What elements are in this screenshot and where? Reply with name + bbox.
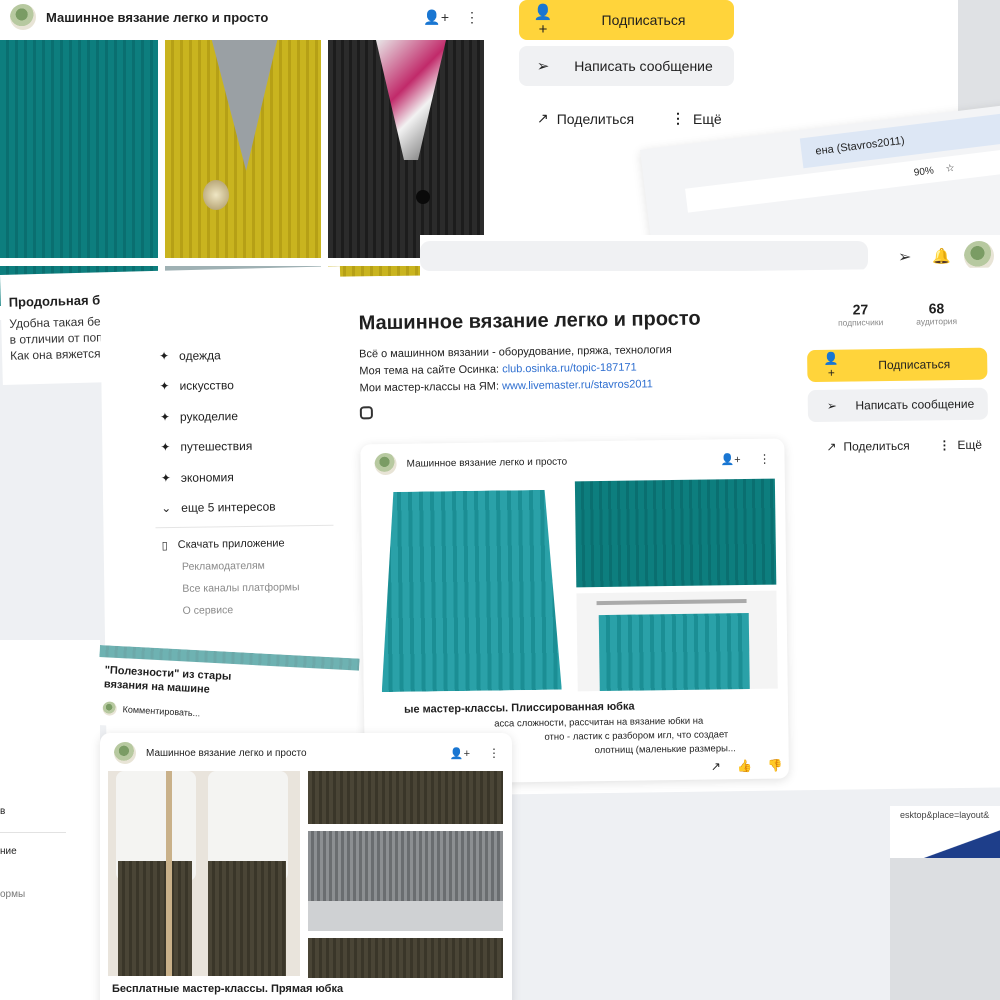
subscribe-button[interactable]: 👤+ Подписаться (519, 0, 734, 40)
livemaster-link[interactable]: www.livemaster.ru/stavros2011 (502, 378, 653, 392)
osinka-link[interactable]: club.osinka.ru/topic-187171 (502, 362, 637, 376)
post-title[interactable]: Бесплатные мастер-классы. Прямая юбка (112, 983, 343, 995)
user-avatar[interactable] (964, 241, 994, 271)
channel-avatar[interactable] (114, 742, 136, 764)
divider (155, 524, 334, 529)
post-line-2: отно - ластик с разбором игл, что создае… (544, 729, 729, 743)
advertisers-link[interactable]: Рекламодателям (182, 560, 265, 573)
photo-black-cardigan[interactable] (328, 40, 484, 258)
chevron-down-icon: ⌄ (161, 501, 172, 516)
photo-knit-fabric[interactable] (308, 771, 503, 824)
page-title: Машинное вязание легко и просто (358, 307, 701, 335)
channel-avatar[interactable] (374, 452, 397, 476)
all-channels-link[interactable]: Все каналы платформы (182, 581, 299, 595)
send-icon: ➢ (826, 398, 837, 413)
add-user-icon: 👤+ (533, 3, 553, 38)
more-vertical-icon[interactable]: ⋮ (488, 746, 500, 760)
card-channel-name[interactable]: Машинное вязание легко и просто (46, 10, 268, 25)
interest-item[interactable]: ✦ искусство (159, 378, 234, 393)
message-button[interactable]: ➢ Написать сообщение (807, 387, 989, 423)
post-card-straight-skirt[interactable]: Машинное вязание легко и просто 👤+ ⋮ Бес… (100, 733, 512, 1000)
interest-item[interactable]: ✦ экономия (161, 470, 234, 485)
share-icon[interactable]: ↗ (711, 759, 721, 773)
interest-item[interactable]: ✦ рукоделие (160, 409, 238, 424)
sidebar-fragment: ормы (0, 889, 26, 900)
audience-stat[interactable]: 68 аудитория (906, 300, 966, 327)
channel-description: Всё о машинном вязании - оборудование, п… (358, 344, 672, 361)
more-button[interactable]: ⋮ Ещё (938, 438, 982, 453)
send-icon: ➢ (536, 58, 550, 75)
photo-pleated-skirt-waist[interactable] (574, 478, 777, 588)
add-user-icon[interactable]: 👤+ (450, 747, 470, 760)
browser-url-fragment: esktop&place=layout& (890, 806, 1000, 828)
decorative-stripe (890, 828, 1000, 858)
post-title[interactable]: "Полезности" из стары вязания на машине (104, 663, 232, 698)
share-button[interactable]: ↗ Поделиться (826, 439, 910, 454)
bookmark-star-icon[interactable]: ☆ (945, 162, 955, 174)
sidebar-fragment: ние (0, 846, 17, 857)
subscribers-stat[interactable]: 27 подписчики (830, 301, 890, 328)
osinka-line: Моя тема на сайте Осинка: club.osinka.ru… (359, 361, 637, 378)
zoom-level[interactable]: 90% (913, 165, 934, 178)
like-icon[interactable]: 👍 (737, 759, 752, 773)
livemaster-line: Мои мастер-классы на ЯМ: www.livemaster.… (359, 378, 653, 395)
photo-knit-fabric-edge[interactable] (308, 938, 503, 978)
photo-pleated-skirt-full[interactable] (360, 481, 569, 695)
more-button[interactable]: ⋮ Ещё (671, 110, 722, 127)
share-button[interactable]: ↗ Поделиться (537, 110, 634, 127)
more-vertical-icon[interactable]: ⋮ (758, 452, 770, 466)
message-button[interactable]: ➢ Написать сообщение (519, 46, 734, 86)
sparkle-icon: ✦ (160, 440, 171, 455)
search-input[interactable] (420, 241, 868, 271)
add-user-icon[interactable]: 👤+ (720, 453, 740, 466)
photo-pleated-skirt-hanger[interactable] (576, 590, 778, 692)
photo-mustard-cardigan[interactable] (165, 40, 321, 258)
interest-item[interactable]: ✦ одежда (159, 348, 221, 363)
interests-sidebar: ✦ одежда ✦ искусство ✦ рукоделие ✦ путеш… (141, 337, 335, 640)
post-line-3: олотнищ (маленькие размеры... (594, 743, 736, 757)
add-user-icon: 👤+ (823, 351, 839, 380)
subscribe-button[interactable]: 👤+ Подписаться (807, 347, 988, 383)
add-user-icon[interactable]: 👤+ (423, 9, 449, 26)
button-detail (203, 180, 229, 210)
post-card-polesnosti[interactable]: "Полезности" из стары вязания на машине … (95, 645, 360, 739)
photo-teal-cardigan[interactable] (0, 40, 158, 258)
more-vertical-icon: ⋮ (938, 438, 951, 453)
card-channel-name[interactable]: Машинное вязание легко и просто (146, 748, 307, 759)
post-line-1: асса сложности, рассчитан на вязание юбк… (494, 715, 704, 730)
background-panel (0, 640, 100, 1000)
more-vertical-icon: ⋮ (671, 110, 685, 126)
sidebar-fragment: в (0, 806, 6, 817)
share-icon: ↗ (826, 439, 837, 454)
instagram-icon[interactable] (359, 406, 373, 420)
bell-icon[interactable]: 🔔 (932, 247, 951, 265)
phone-icon: ▯ (161, 540, 168, 553)
photo-knitting-machine[interactable] (308, 831, 503, 931)
dislike-icon[interactable]: 👎 (768, 759, 783, 773)
more-interests-toggle[interactable]: ⌄ еще 5 интересов (161, 500, 276, 516)
sparkle-icon: ✦ (159, 410, 171, 425)
comment-link[interactable]: Комментировать... (102, 701, 200, 720)
channel-avatar[interactable] (10, 4, 36, 30)
channel-avatar (102, 701, 118, 716)
post-title[interactable]: ые мастер-классы. Плиссированная юбка (404, 701, 635, 716)
sparkle-icon: ✦ (158, 349, 170, 364)
card-channel-name[interactable]: Машинное вязание легко и просто (407, 456, 568, 469)
sparkle-icon: ✦ (159, 379, 170, 394)
sparkle-icon: ✦ (160, 471, 171, 486)
about-link[interactable]: О сервисе (183, 604, 234, 617)
divider (0, 832, 66, 833)
photo-straight-skirt-mannequins[interactable] (108, 771, 300, 976)
more-vertical-icon[interactable]: ⋮ (465, 9, 479, 26)
share-icon: ↗ (537, 110, 549, 126)
download-app-link[interactable]: ▯ Скачать приложение (162, 537, 285, 552)
interest-item[interactable]: ✦ путешествия (160, 439, 252, 454)
send-icon[interactable]: ➢ (898, 247, 911, 267)
